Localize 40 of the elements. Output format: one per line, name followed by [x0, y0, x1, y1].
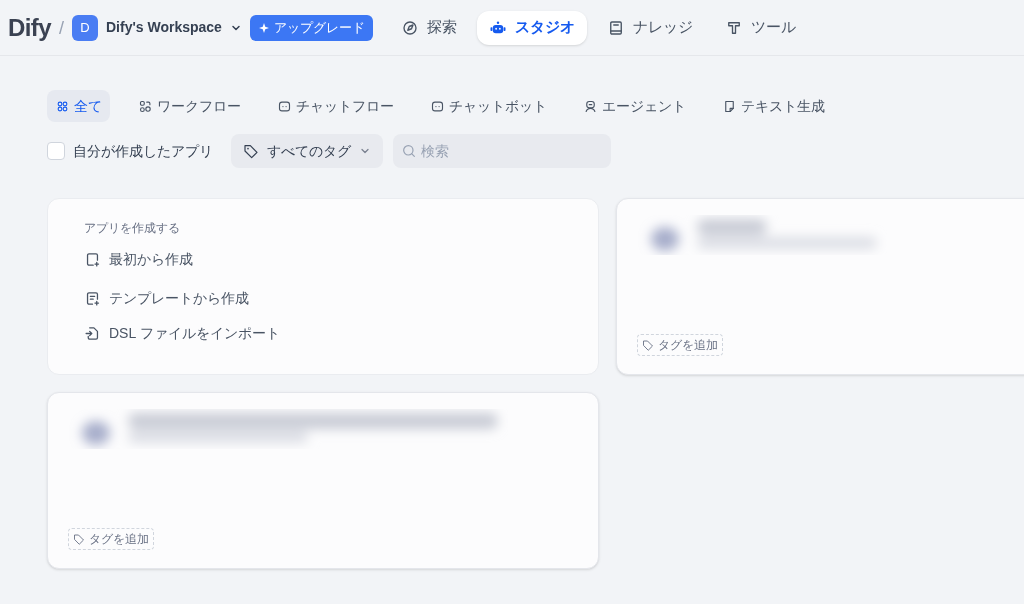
- nav-tab[interactable]: スタジオ: [476, 10, 587, 45]
- app-card[interactable]: タグを追加: [616, 198, 1024, 375]
- search-icon: [401, 143, 417, 159]
- new-file-icon: [84, 250, 101, 268]
- workspace-name: Dify's Workspace: [105, 18, 222, 37]
- workspace-avatar: D: [71, 14, 98, 41]
- workspace-selector[interactable]: D Dify's Workspace: [71, 14, 242, 41]
- compass-icon: [400, 18, 419, 37]
- add-tag-button[interactable]: タグを追加: [68, 528, 154, 550]
- chat-icon: [277, 98, 292, 114]
- card-title: アプリを作成する: [84, 220, 181, 237]
- chat-icon: [430, 98, 445, 114]
- filter-tab[interactable]: チャットフロー: [269, 90, 402, 122]
- create-option[interactable]: DSL ファイルをインポート: [84, 321, 280, 345]
- tag-icon: [642, 339, 654, 351]
- nav-tab[interactable]: ナレッジ: [594, 10, 705, 45]
- upgrade-button[interactable]: アップグレード: [249, 14, 373, 41]
- create-option[interactable]: 最初から作成: [84, 247, 193, 271]
- filter-tab[interactable]: チャットボット: [422, 90, 555, 122]
- filter-tab[interactable]: エージェント: [575, 90, 694, 122]
- filter-tab[interactable]: テキスト生成: [714, 90, 833, 122]
- create-option[interactable]: テンプレートから作成: [84, 286, 249, 310]
- app-card[interactable]: タグを追加: [47, 392, 599, 569]
- my-apps-checkbox[interactable]: 自分が作成したアプリ: [47, 140, 213, 162]
- note-icon: [722, 98, 737, 114]
- tag-filter-dropdown[interactable]: すべてのタグ: [231, 134, 383, 168]
- nav-tab[interactable]: 探索: [388, 10, 469, 45]
- filter-tab[interactable]: ワークフロー: [130, 90, 249, 122]
- tag-icon: [243, 143, 259, 159]
- agent-icon: [583, 98, 598, 114]
- breadcrumb-separator: /: [58, 16, 64, 40]
- search-field[interactable]: 検索: [393, 134, 611, 168]
- filter-tab[interactable]: 全て: [47, 90, 110, 122]
- flow-icon: [138, 98, 153, 114]
- tag-icon: [73, 533, 85, 545]
- template-file-icon: [84, 289, 101, 307]
- add-tag-button[interactable]: タグを追加: [637, 334, 723, 356]
- logo[interactable]: Dify: [8, 9, 51, 46]
- import-file-icon: [84, 324, 101, 342]
- nav-tab[interactable]: ツール: [712, 10, 808, 45]
